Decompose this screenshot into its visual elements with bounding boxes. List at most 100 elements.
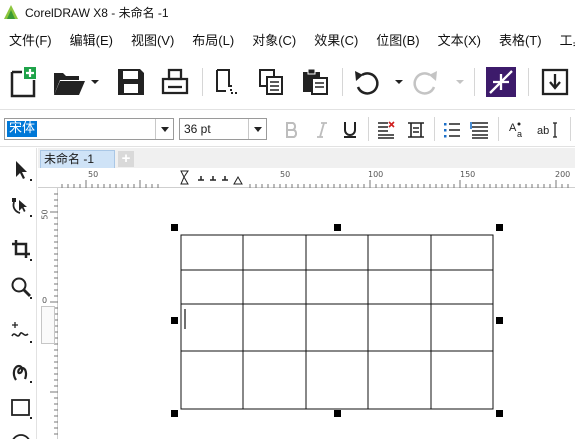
ruler-label: 150	[460, 170, 476, 179]
menu-object[interactable]: 对象(C)	[243, 30, 305, 49]
copy-icon	[259, 69, 283, 95]
property-bar: 宋体 36 pt A a ab	[0, 111, 575, 147]
freehand-tool-icon	[11, 322, 32, 343]
menu-text[interactable]: 文本(X)	[429, 30, 490, 49]
selection-handle[interactable]	[496, 224, 503, 231]
table-object[interactable]	[59, 189, 575, 439]
font-size-select[interactable]: 36 pt	[179, 118, 267, 140]
toolbar-separator	[202, 68, 203, 96]
selection-handle[interactable]	[171, 410, 178, 417]
menu-file[interactable]: 文件(F)	[0, 30, 61, 49]
font-size-dropdown-button[interactable]	[248, 119, 266, 139]
document-tab[interactable]: 未命名 -1	[40, 150, 115, 168]
selection-handle[interactable]	[496, 317, 503, 324]
undo-button[interactable]	[350, 62, 406, 102]
rectangle-tool[interactable]	[7, 394, 35, 422]
redo-icon	[413, 71, 464, 95]
standard-toolbar	[0, 54, 575, 110]
import-button[interactable]	[484, 62, 518, 102]
new-document-icon	[10, 67, 36, 98]
artistic-media-tool-icon	[12, 364, 32, 383]
text-align-button[interactable]	[374, 119, 398, 141]
character-format-icon	[408, 122, 424, 138]
menu-bitmaps[interactable]: 位图(B)	[367, 30, 428, 49]
cut-button[interactable]	[210, 62, 244, 102]
open-button[interactable]	[50, 62, 100, 102]
text-frame-icon: ab	[537, 122, 557, 138]
rectangle-tool-icon	[11, 399, 32, 419]
chevron-down-icon	[160, 126, 169, 132]
ruler-label: 100	[368, 170, 384, 179]
propbar-separator	[498, 117, 499, 141]
paragraph-format-button[interactable]	[468, 119, 492, 141]
save-button[interactable]	[114, 62, 148, 102]
selection-handle[interactable]	[334, 224, 341, 231]
drawing-canvas[interactable]	[59, 189, 575, 439]
ruler-label: 50	[40, 209, 50, 220]
artistic-media-tool[interactable]	[7, 358, 35, 386]
pick-tool[interactable]	[7, 156, 35, 184]
selection-handle[interactable]	[334, 410, 341, 417]
paste-icon	[303, 68, 328, 95]
table-border	[180, 234, 494, 410]
export-icon	[541, 68, 569, 96]
propbar-separator	[368, 117, 369, 141]
new-document-button[interactable]	[6, 62, 40, 102]
open-folder-icon	[54, 73, 99, 95]
zoom-tool-icon	[11, 277, 32, 299]
font-family-dropdown-button[interactable]	[155, 119, 173, 139]
font-family-select[interactable]: 宋体	[4, 118, 174, 140]
export-button[interactable]	[538, 62, 572, 102]
propbar-separator	[434, 117, 435, 141]
ellipse-tool-icon	[12, 434, 30, 439]
toolbar-separator	[528, 68, 529, 96]
shape-tool[interactable]	[7, 192, 35, 220]
redo-button[interactable]	[412, 62, 468, 102]
ruler-label: 50	[280, 170, 291, 179]
selection-handle[interactable]	[171, 317, 178, 324]
bold-button[interactable]	[280, 119, 304, 141]
add-document-tab-button[interactable]: +	[118, 151, 134, 167]
ruler-label: 50	[88, 170, 99, 179]
edit-text-icon: A a	[509, 122, 522, 139]
coreldraw-logo-icon	[4, 5, 18, 19]
import-icon	[486, 67, 516, 97]
underline-button[interactable]	[338, 119, 362, 141]
text-frame-button[interactable]: ab	[534, 119, 562, 141]
crop-tool-icon	[12, 240, 32, 261]
cut-icon	[216, 69, 239, 94]
toolbar-separator	[474, 68, 475, 96]
ellipse-tool[interactable]	[7, 426, 35, 439]
document-tab-bar: 未命名 -1 +	[38, 148, 575, 168]
shape-tool-icon	[12, 198, 32, 217]
menu-view[interactable]: 视图(V)	[122, 30, 183, 49]
menu-edit[interactable]: 编辑(E)	[61, 30, 122, 49]
horizontal-ruler[interactable]: 50 50 100 150 200	[38, 168, 575, 188]
selection-handle[interactable]	[496, 410, 503, 417]
character-format-button[interactable]	[404, 119, 428, 141]
bullet-list-button[interactable]	[440, 119, 464, 141]
selection-handle[interactable]	[171, 224, 178, 231]
copy-button[interactable]	[254, 62, 288, 102]
zoom-tool[interactable]	[7, 274, 35, 302]
menu-tools[interactable]: 工具	[551, 30, 575, 49]
font-size-value: 36 pt	[184, 122, 211, 136]
ruler-label: 200	[555, 170, 571, 179]
vertical-ruler-handle[interactable]	[41, 306, 55, 344]
edit-text-button[interactable]: A a	[504, 119, 530, 141]
svg-text:ab: ab	[537, 125, 549, 137]
crop-tool[interactable]	[7, 236, 35, 264]
print-icon	[161, 68, 189, 95]
menu-layout[interactable]: 布局(L)	[183, 30, 243, 49]
print-button[interactable]	[158, 62, 192, 102]
menu-table[interactable]: 表格(T)	[490, 30, 551, 49]
menu-effects[interactable]: 效果(C)	[305, 30, 367, 49]
italic-button[interactable]	[310, 119, 334, 141]
freehand-tool[interactable]	[7, 318, 35, 346]
undo-icon	[355, 71, 403, 95]
paste-button[interactable]	[298, 62, 332, 102]
paragraph-format-icon	[470, 122, 488, 139]
svg-text:a: a	[517, 129, 522, 139]
menu-bar: 文件(F) 编辑(E) 视图(V) 布局(L) 对象(C) 效果(C) 位图(B…	[0, 24, 575, 54]
bold-icon	[286, 122, 298, 138]
